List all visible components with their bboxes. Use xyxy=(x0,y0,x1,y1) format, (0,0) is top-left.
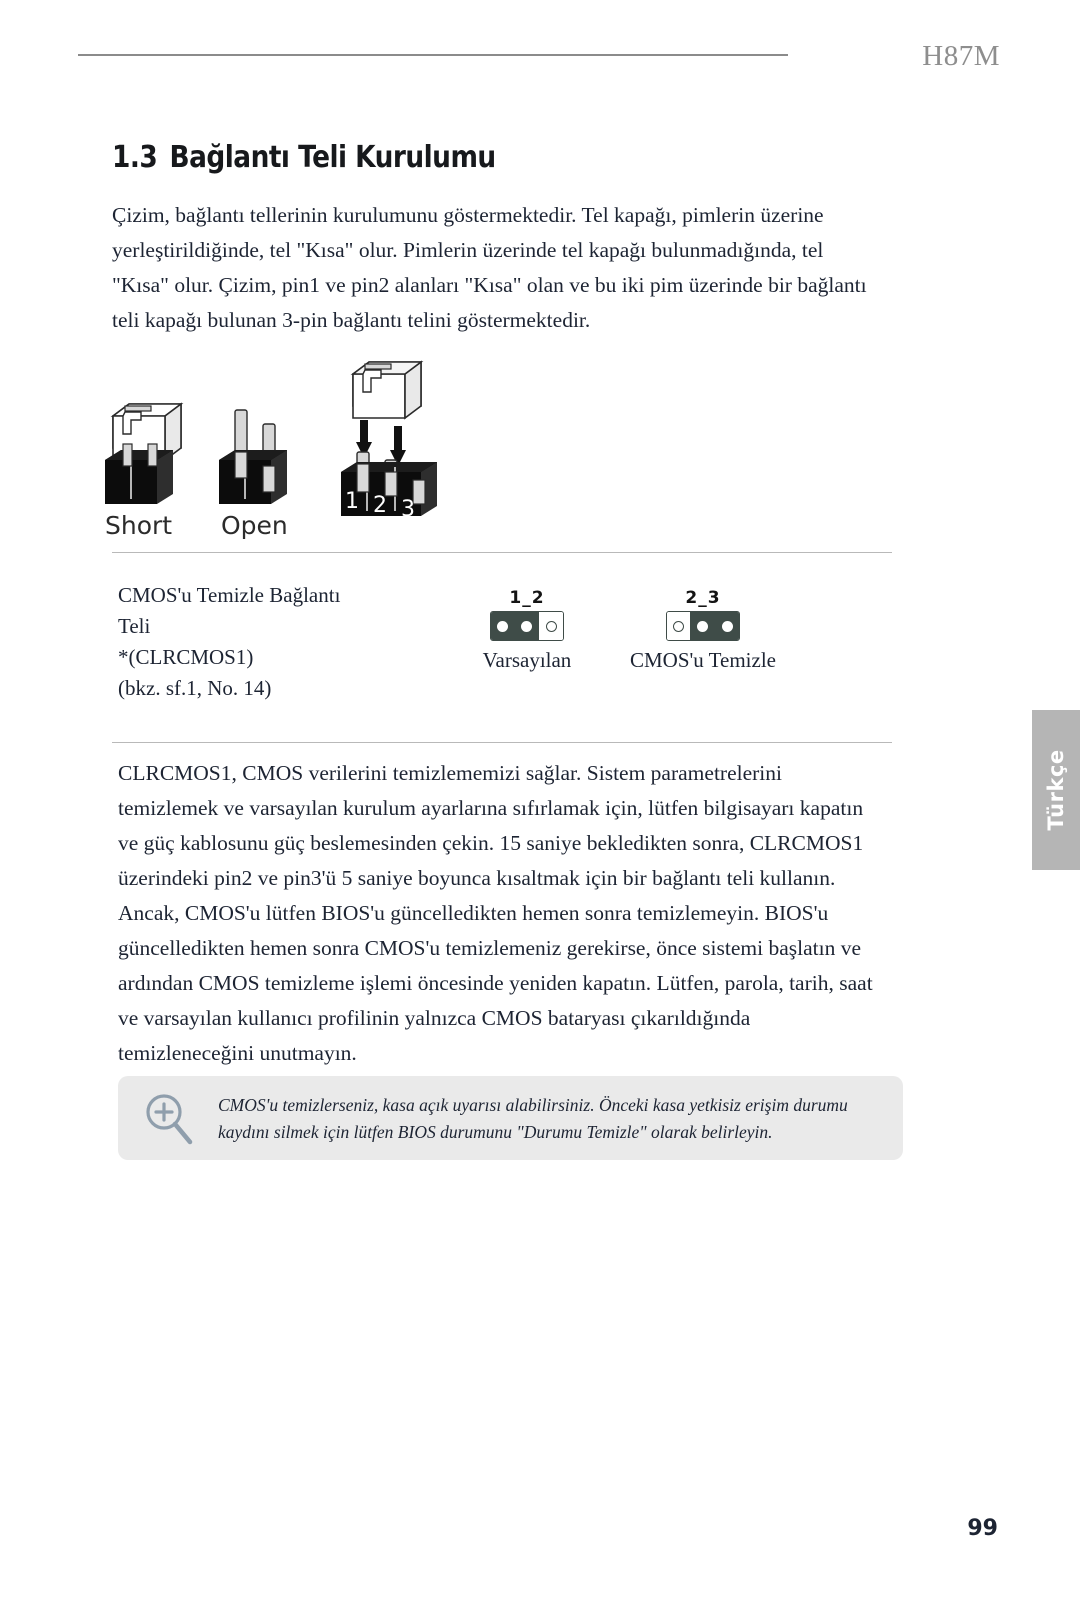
language-side-tab-label: Türkçe xyxy=(1044,749,1068,831)
pin-number-3: 3 xyxy=(401,497,415,522)
pin-cell-2 xyxy=(515,612,539,640)
note-box: CMOS'u temizlerseniz, kasa açık uyarısı … xyxy=(118,1076,903,1160)
pin-dot-icon xyxy=(721,620,733,632)
header-rule xyxy=(78,54,788,56)
pin-dot-icon xyxy=(497,620,508,632)
page-header: H87M xyxy=(0,40,1080,80)
open-label: Open xyxy=(221,511,288,540)
model-name: H87M xyxy=(922,40,1000,72)
pin-dot-icon xyxy=(521,620,532,632)
jumper-3pin-graphic: 1 2 3 xyxy=(341,360,437,522)
jumper-name-line-4: (bkz. sf.1, No. 14) xyxy=(118,676,272,700)
divider-above-jumper-row xyxy=(112,552,892,553)
page-title: 1.3 Bağlantı Teli Kurulumu xyxy=(112,140,496,175)
pin-dot-icon xyxy=(673,620,684,632)
language-side-tab: Türkçe xyxy=(1032,710,1080,870)
jumper-name-label: CMOS'u Temizle Bağlantı Teli *(CLRCMOS1)… xyxy=(118,580,448,704)
magnifier-plus-icon xyxy=(140,1090,196,1148)
pin-number-1: 1 xyxy=(345,489,359,514)
pin-number-2: 2 xyxy=(373,493,387,518)
jumper-name-line-1: CMOS'u Temizle Bağlantı xyxy=(118,583,341,607)
note-text: CMOS'u temizlerseniz, kasa açık uyarısı … xyxy=(218,1095,848,1142)
jumper-open-graphic: Open xyxy=(219,409,288,540)
pin-cell-3 xyxy=(539,612,563,640)
short-label: Short xyxy=(105,511,172,540)
pin-dot-icon xyxy=(697,620,708,632)
divider-below-jumper-row xyxy=(112,742,892,743)
jumper-setting-default: 1_2 Varsayılan xyxy=(452,588,602,673)
pin-cell-1 xyxy=(491,612,515,640)
pin-block-default xyxy=(490,611,564,641)
setting-caption-default: Varsayılan xyxy=(482,648,572,672)
pins-label-1-2: 1_2 xyxy=(509,588,545,608)
detail-paragraph: CLRCMOS1, CMOS verilerini temizlememizi … xyxy=(118,761,873,1065)
jumper-name-line-2: Teli xyxy=(118,614,151,638)
jumper-illustration: Short Open 1 2 3 xyxy=(95,348,475,548)
pins-label-2-3: 2_3 xyxy=(685,588,721,608)
pin-block-clear-cmos xyxy=(666,611,740,641)
pin-cell-1 xyxy=(667,612,691,640)
page-number: 99 xyxy=(967,1516,998,1541)
jumper-name-line-3: *(CLRCMOS1) xyxy=(118,645,254,669)
intro-paragraph: Çizim, bağlantı tellerinin kurulumunu gö… xyxy=(112,203,867,332)
section-number: 1.3 xyxy=(112,140,158,175)
jumper-short-graphic: Short xyxy=(105,402,184,540)
pin-cell-3 xyxy=(715,612,739,640)
jumper-row: CMOS'u Temizle Bağlantı Teli *(CLRCMOS1)… xyxy=(112,580,892,730)
section-title-text: Bağlantı Teli Kurulumu xyxy=(169,140,497,175)
pin-cell-2 xyxy=(691,612,715,640)
jumper-setting-clear-cmos: 2_3 CMOS'u Temizle xyxy=(608,588,798,673)
setting-caption-clear-cmos: CMOS'u Temizle xyxy=(629,648,776,672)
pin-dot-icon xyxy=(545,620,557,632)
